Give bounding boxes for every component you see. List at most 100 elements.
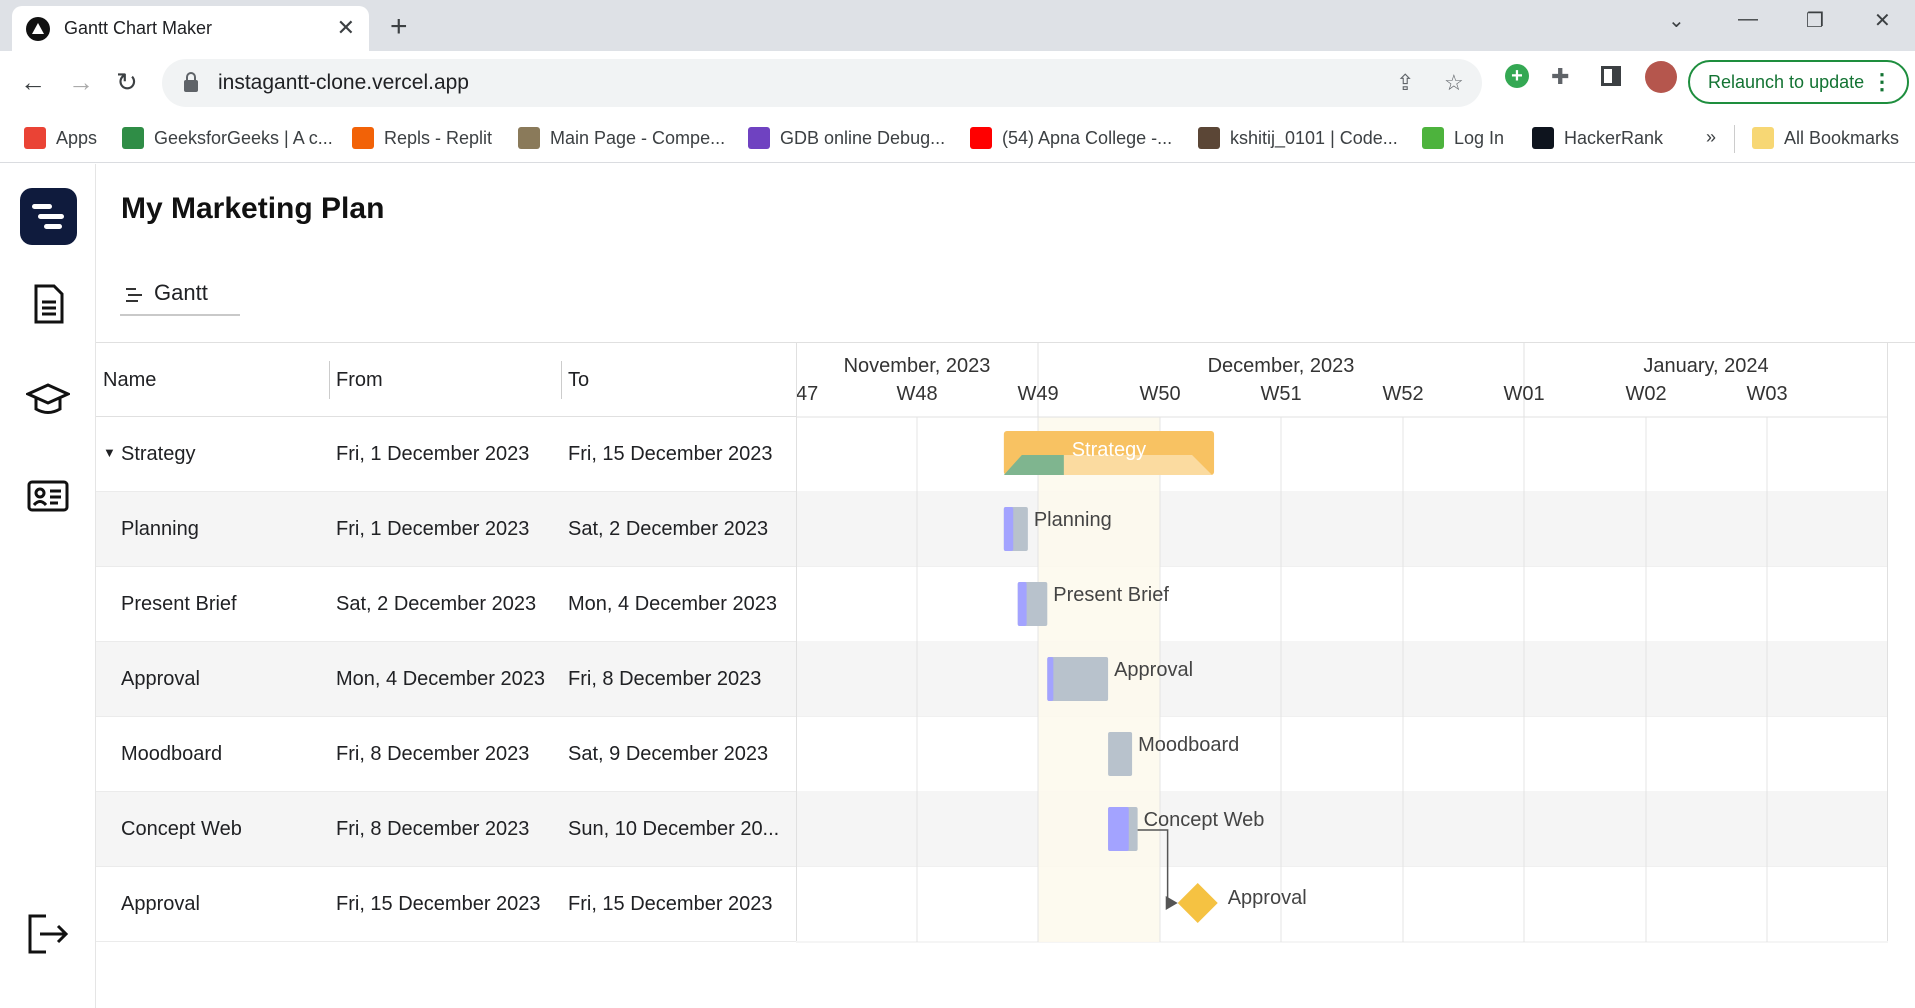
tab-search-icon[interactable]: ⌄ [1668, 8, 1685, 33]
bookmark-item[interactable]: Main Page - Compe... [518, 127, 725, 149]
table-row[interactable]: Concept Web Fri, 8 December 2023 Sun, 10 D… [96, 792, 796, 867]
close-window-icon[interactable]: ✕ [1874, 8, 1891, 33]
restore-icon[interactable]: ❐ [1806, 8, 1824, 33]
bookmark-item[interactable]: kshitij_0101 | Code... [1198, 127, 1398, 149]
expand-toggle-icon[interactable]: ▼ [103, 445, 121, 460]
tab-gantt[interactable]: Gantt [120, 280, 240, 316]
cell-name: Planning [96, 518, 329, 541]
forward-icon[interactable]: → [68, 67, 94, 98]
graduation-cap-icon[interactable] [26, 378, 70, 422]
browser-tab-bar: Gantt Chart Maker ✕ + ⌄ — ❐ ✕ [0, 0, 1915, 51]
column-header-to[interactable]: To [561, 343, 796, 417]
side-panel-icon[interactable] [1601, 66, 1621, 86]
bookmark-item[interactable]: Log In [1422, 127, 1504, 149]
document-icon[interactable] [26, 282, 70, 326]
tab-title: Gantt Chart Maker [64, 18, 213, 38]
cell-to: Mon, 4 December 2023 [568, 592, 778, 615]
all-bookmarks-item[interactable]: All Bookmarks [1752, 127, 1899, 149]
cell-from: Fri, 15 December 2023 [336, 892, 541, 915]
bookmarks-bar: Apps GeeksforGeeks | A c... Repls - Replit… [0, 115, 1915, 163]
tab-gantt-label: Gantt [154, 280, 208, 305]
task-name: Present Brief [121, 592, 237, 615]
gantt-timeline: November, 2023 December, 2023 January, 202… [796, 343, 1888, 943]
task-name: Concept Web [121, 817, 242, 840]
cell-to: Fri, 15 December 2023 [568, 892, 773, 915]
cell-from: Fri, 1 December 2023 [336, 442, 530, 465]
logout-icon[interactable] [26, 912, 70, 956]
cell-to: Sun, 10 December 20... [568, 817, 780, 840]
profile-avatar[interactable] [1645, 61, 1677, 93]
relaunch-button[interactable]: Relaunch to update ⋮ [1688, 60, 1909, 104]
bookmark-item[interactable]: GDB online Debug... [748, 127, 945, 149]
browser-tab[interactable]: Gantt Chart Maker ✕ [12, 6, 369, 51]
table-row[interactable]: Planning Fri, 1 December 2023 Sat, 2 Decem… [96, 492, 796, 567]
cell-from: Fri, 8 December 2023 [336, 817, 530, 840]
grid-body: ▼ Strategy Fri, 1 December 2023 Fri, 15 Dec… [96, 417, 796, 942]
cell-name: ▼ Strategy [96, 443, 329, 466]
bookmark-item[interactable]: GeeksforGeeks | A c... [122, 127, 333, 149]
page-title: My Marketing Plan [121, 192, 385, 225]
bookmark-favicon-icon [1422, 127, 1444, 149]
cell-name: Approval [96, 668, 329, 691]
relaunch-label: Relaunch to update [1708, 71, 1865, 92]
table-row[interactable]: ▼ Strategy Fri, 1 December 2023 Fri, 15 Dec… [96, 417, 796, 492]
bookmark-item[interactable]: Apps [24, 127, 97, 149]
table-row[interactable]: Present Brief Sat, 2 December 2023 Mon, 4 … [96, 567, 796, 642]
table-row[interactable]: Moodboard Fri, 8 December 2023 Sat, 9 Dece… [96, 717, 796, 792]
cell-from: Sat, 2 December 2023 [336, 592, 537, 615]
bookmarks-overflow-icon[interactable]: » [1706, 127, 1716, 148]
app-sidebar [0, 164, 96, 1008]
task-name: Approval [121, 667, 200, 690]
cell-to: Fri, 15 December 2023 [568, 442, 773, 465]
bookmark-item[interactable]: (54) Apna College -... [970, 127, 1172, 149]
cell-name: Moodboard [96, 743, 329, 766]
bookmark-label: HackerRank [1564, 127, 1664, 148]
bookmark-favicon-icon [24, 127, 46, 149]
site-favicon-icon [26, 16, 50, 41]
bookmark-label: GDB online Debug... [780, 127, 946, 148]
grid-header: Name From To [96, 343, 796, 417]
table-row[interactable]: Approval Mon, 4 December 2023 Fri, 8 Decem… [96, 642, 796, 717]
extensions-puzzle-icon[interactable]: ✚ [1551, 64, 1569, 90]
back-icon[interactable]: ← [20, 67, 46, 98]
bookmark-favicon-icon [748, 127, 770, 149]
bookmark-favicon-icon [970, 127, 992, 149]
new-tab-icon[interactable]: + [390, 10, 408, 44]
app-logo[interactable] [20, 188, 77, 245]
all-bookmarks-label: All Bookmarks [1784, 127, 1900, 148]
bookmark-label: Apps [56, 127, 98, 148]
cell-to: Sat, 9 December 2023 [568, 742, 769, 765]
cell-name: Approval [96, 893, 329, 916]
cell-from: Mon, 4 December 2023 [336, 667, 546, 690]
cell-to: Sat, 2 December 2023 [568, 517, 769, 540]
column-header-name[interactable]: Name [96, 343, 329, 417]
bookmark-label: Main Page - Compe... [550, 127, 726, 148]
close-tab-icon[interactable]: ✕ [337, 15, 355, 41]
gantt-icon [126, 288, 142, 306]
bookmark-label: (54) Apna College -... [1002, 127, 1173, 148]
bookmark-favicon-icon [518, 127, 540, 149]
bookmark-favicon-icon [352, 127, 374, 149]
cell-name: Present Brief [96, 593, 329, 616]
bookmark-favicon-icon [122, 127, 144, 149]
address-bar[interactable]: instagantt-clone.vercel.app ⇪ ☆ [162, 59, 1482, 107]
bookmark-favicon-icon [1198, 127, 1220, 149]
extension-plus-icon[interactable]: + [1505, 64, 1529, 88]
more-menu-icon[interactable]: ⋮ [1871, 69, 1893, 95]
task-name: Approval [121, 892, 200, 915]
column-header-from[interactable]: From [329, 343, 561, 417]
folder-icon [1752, 127, 1774, 149]
bookmark-label: Log In [1454, 127, 1505, 148]
table-row[interactable]: Approval Fri, 15 December 2023 Fri, 15 Dec… [96, 867, 796, 942]
bookmark-item[interactable]: HackerRank [1532, 127, 1663, 149]
task-name: Strategy [121, 442, 196, 465]
bookmark-item[interactable]: Repls - Replit [352, 127, 492, 149]
timeline-border [796, 343, 1888, 941]
task-name: Moodboard [121, 742, 223, 765]
bookmark-star-icon[interactable]: ☆ [1444, 70, 1464, 96]
contact-card-icon[interactable] [26, 474, 70, 518]
bookmark-label: Repls - Replit [384, 127, 493, 148]
share-icon[interactable]: ⇪ [1396, 70, 1414, 96]
minimize-icon[interactable]: — [1738, 8, 1758, 31]
reload-icon[interactable]: ↻ [116, 67, 138, 98]
